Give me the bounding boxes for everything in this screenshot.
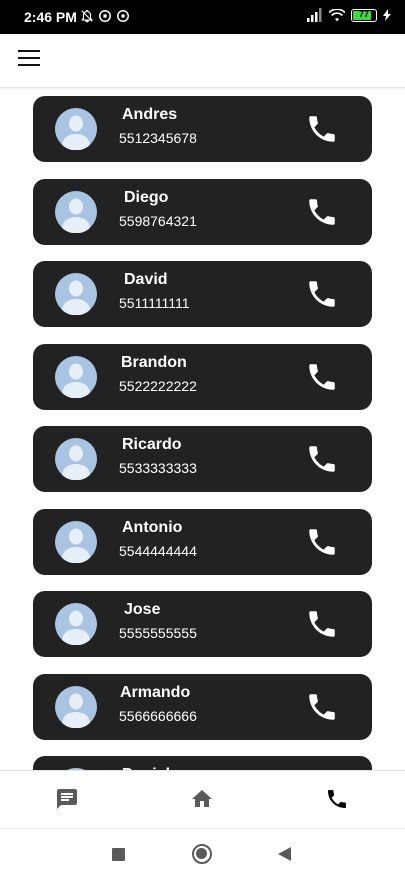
contact-card[interactable]: David 5511111111 <box>33 261 372 327</box>
contact-name: Andres <box>122 106 178 123</box>
contact-list[interactable]: Andres 5512345678 Diego 5598764321 David 5511… <box>0 88 405 770</box>
bottom-navigation <box>0 770 405 828</box>
contact-name: David <box>124 271 168 288</box>
contact-name: Jose <box>124 601 161 618</box>
contact-card[interactable]: Brandon 5522222222 <box>33 343 372 410</box>
home-circle-icon[interactable] <box>192 844 212 864</box>
avatar-icon <box>55 520 97 563</box>
contact-phone: 5544444444 <box>119 542 197 559</box>
status-right-icons: 77 <box>307 8 391 22</box>
home-icon[interactable] <box>190 787 216 813</box>
contact-card[interactable]: Ricardo 5533333333 <box>33 426 372 492</box>
avatar-icon <box>55 685 97 728</box>
contact-name: Armando <box>120 683 191 701</box>
contact-phone: 5598764321 <box>119 212 197 229</box>
call-icon[interactable] <box>305 195 339 229</box>
avatar-icon <box>55 355 97 398</box>
wifi-icon <box>329 8 345 21</box>
charging-icon <box>383 9 391 21</box>
contact-name: Ricardo <box>122 436 182 453</box>
contact-card[interactable]: Jose 5555555555 <box>33 591 372 657</box>
contact-card[interactable]: Daniel <box>33 756 372 770</box>
contact-name: Brandon <box>121 353 187 371</box>
hamburger-menu-icon[interactable] <box>18 50 40 70</box>
contact-card[interactable]: Antonio 5544444444 <box>33 508 372 575</box>
call-icon[interactable] <box>305 112 339 146</box>
contact-phone: 5512345678 <box>119 130 197 146</box>
system-navigation-bar <box>0 828 405 878</box>
avatar-icon <box>55 273 97 315</box>
contact-phone: 5511111111 <box>119 295 190 311</box>
contact-card[interactable]: Andres 5512345678 <box>33 96 372 162</box>
contact-card[interactable]: Diego 5598764321 <box>33 178 372 245</box>
contact-name: Antonio <box>122 518 183 536</box>
contact-card[interactable]: Armando 5566666666 <box>33 673 372 740</box>
signal-icon <box>307 8 322 22</box>
avatar-icon <box>55 438 97 480</box>
contact-phone: 5522222222 <box>119 377 197 394</box>
back-triangle-icon[interactable] <box>278 847 291 866</box>
battery-icon: 77 <box>351 8 377 22</box>
muted-bell-icon <box>81 9 93 23</box>
message-icon[interactable] <box>55 787 81 813</box>
call-icon[interactable] <box>305 360 339 394</box>
status-left-icons <box>80 9 130 23</box>
contact-name: Diego <box>124 188 169 206</box>
call-icon[interactable] <box>305 690 339 724</box>
contact-phone: 5533333333 <box>119 460 197 476</box>
avatar-icon <box>55 108 97 150</box>
battery-level: 77 <box>358 8 369 19</box>
avatar-icon <box>55 603 97 645</box>
call-icon[interactable] <box>305 442 339 476</box>
call-icon[interactable] <box>305 277 339 311</box>
app-bar <box>0 34 405 88</box>
phone-icon[interactable] <box>325 787 351 813</box>
status-bar: 2:46 PM 77 <box>0 0 405 34</box>
recents-square-icon[interactable] <box>112 848 125 861</box>
contact-phone: 5555555555 <box>119 625 197 641</box>
call-icon[interactable] <box>305 607 339 641</box>
avatar-icon <box>55 190 97 233</box>
sync-icon <box>117 10 129 22</box>
contact-phone: 5566666666 <box>119 707 197 724</box>
sync-icon <box>99 10 111 22</box>
status-time: 2:46 PM <box>24 9 77 25</box>
call-icon[interactable] <box>305 525 339 559</box>
